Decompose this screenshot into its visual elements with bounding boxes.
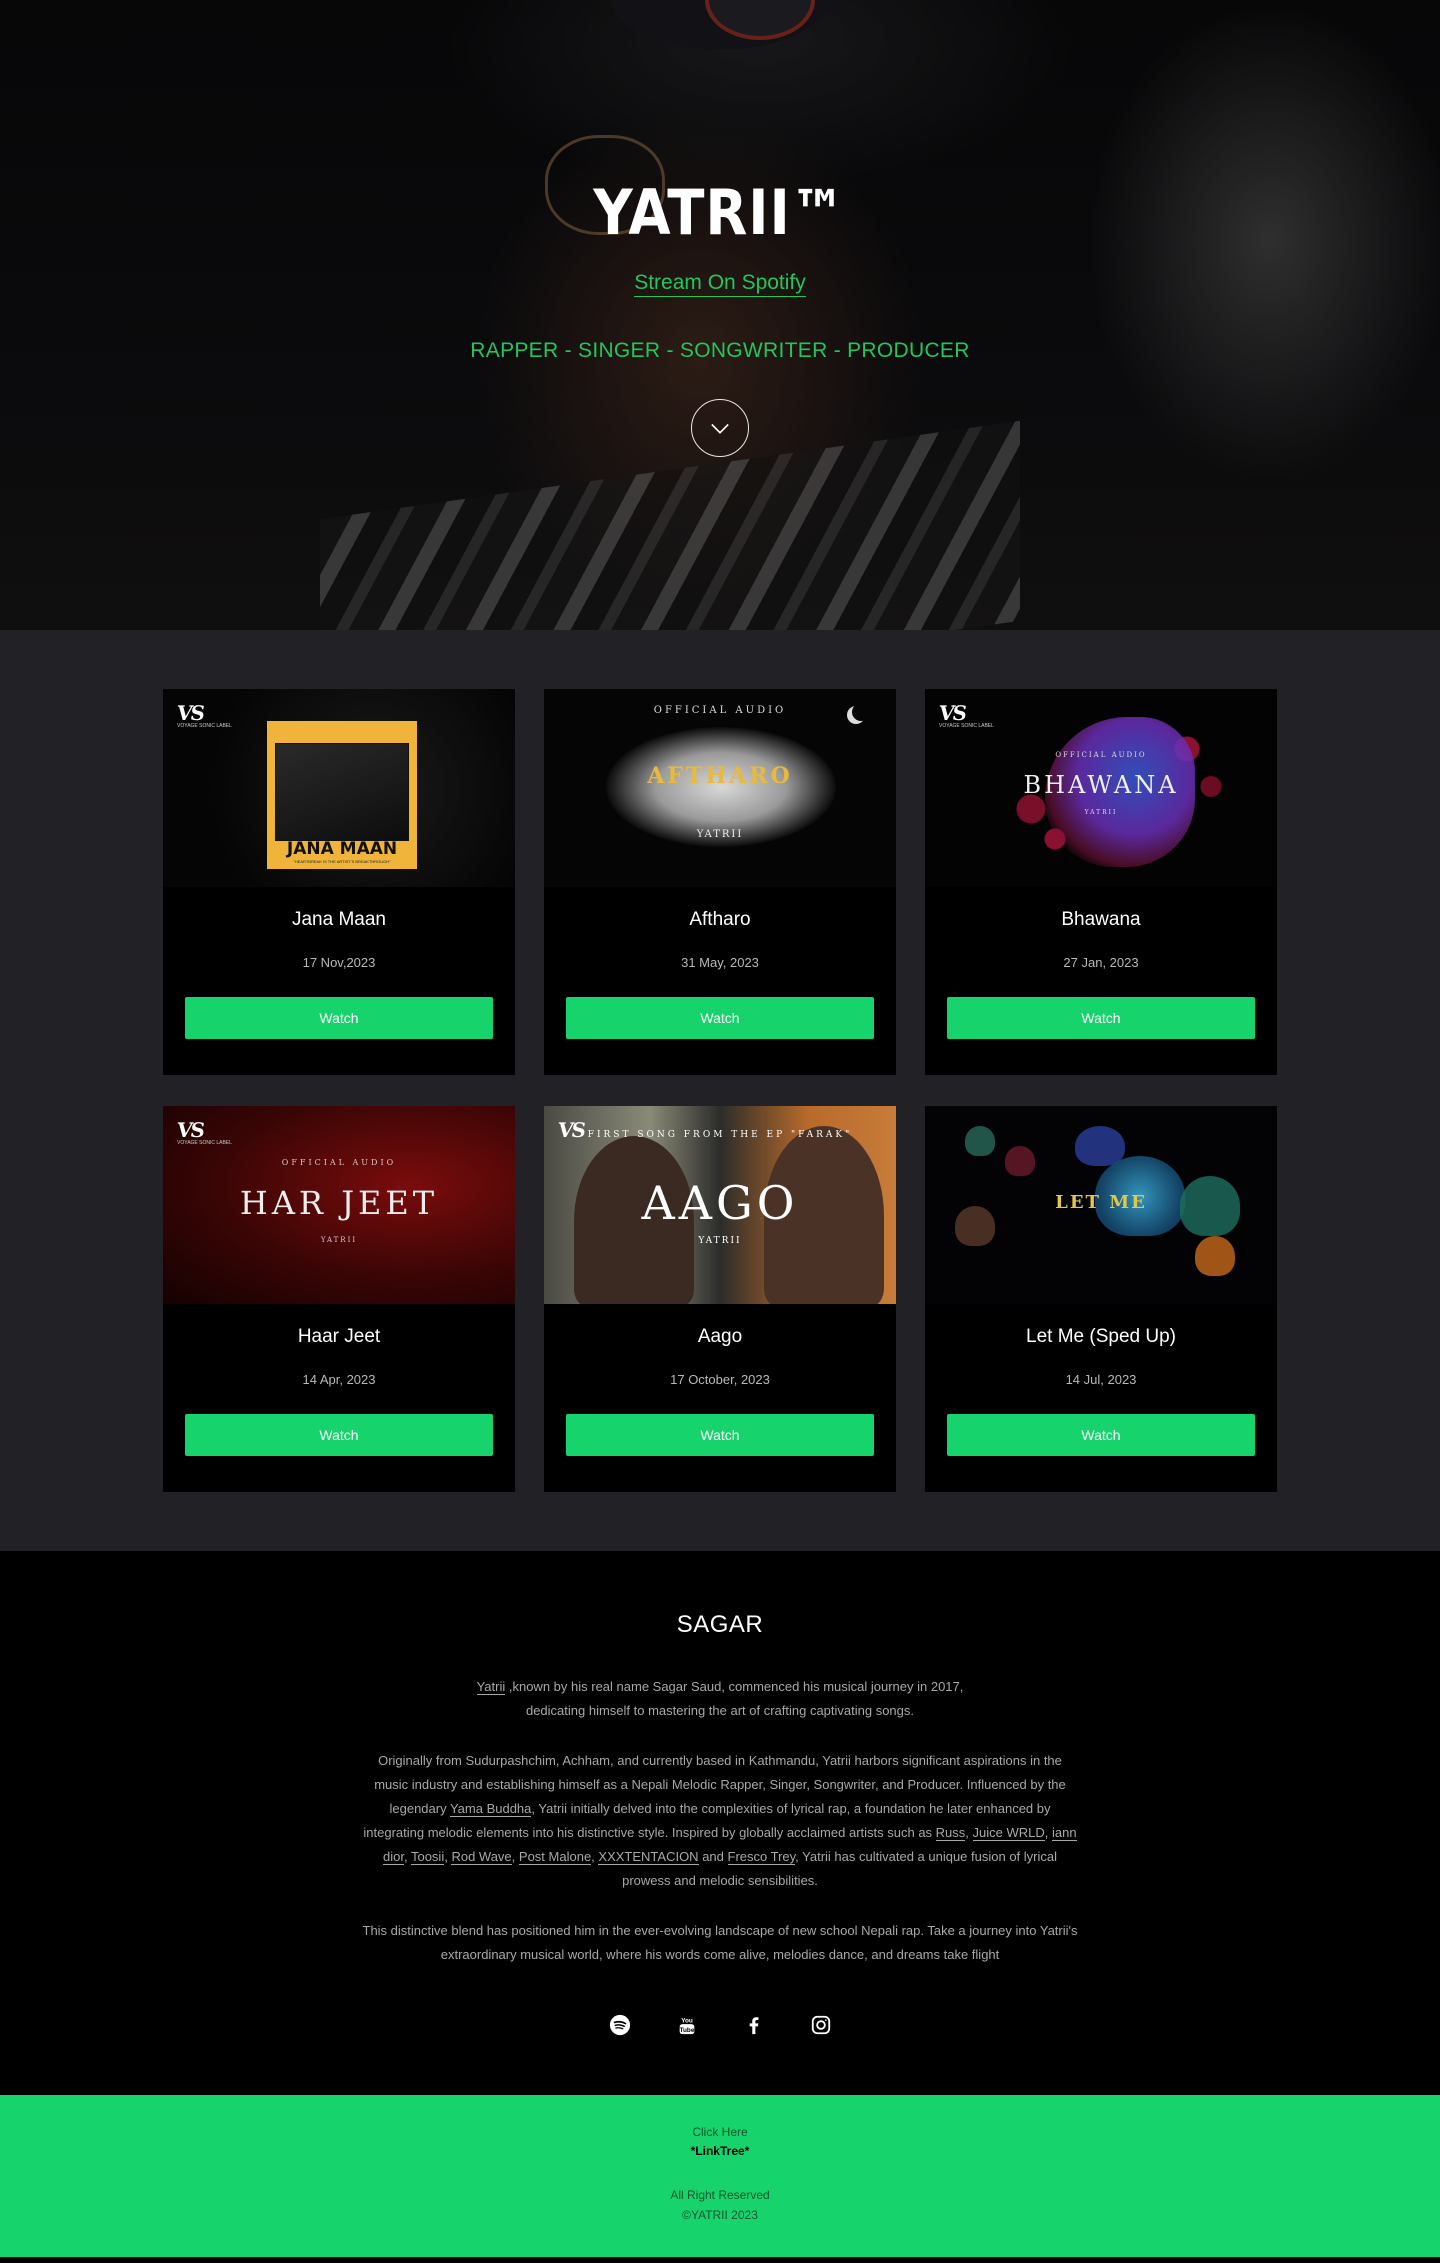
youtube-icon: You Tube	[679, 2017, 694, 2035]
linktree-link[interactable]: *LinkTree*	[691, 2144, 750, 2158]
poster-caption: "HEARTBREAK IS THE ARTIST'S BREAKTHROUGH…	[293, 859, 391, 864]
song-card-jana-maan: VS VOYAGE SONIC LABEL JANA MAAN "HEARTBR…	[163, 689, 515, 1075]
yatrii-link[interactable]: Yatrii	[476, 1679, 506, 1695]
poster-title: JANA MAAN	[286, 839, 398, 859]
about-section: SAGAR Yatrii ,known by his real name Sag…	[0, 1551, 1440, 2095]
thumb-title: AFTHARO	[647, 763, 793, 789]
hero-section: YATRII™ Stream On Spotify RAPPER - SINGE…	[0, 0, 1440, 630]
song-title: Aago	[697, 1326, 743, 1347]
thumb-artist: YATRII	[696, 829, 744, 840]
thumb-artist: YATRII	[698, 1236, 742, 1246]
about-paragraph-3: This distinctive blend has positioned hi…	[362, 1923, 1078, 1962]
thumb-title: HAR JEET	[239, 1184, 439, 1222]
artist-link-rod-wave[interactable]: Rod Wave	[451, 1849, 512, 1865]
svg-text:You: You	[681, 2017, 693, 2024]
about-title: SAGAR	[676, 1611, 764, 1638]
song-thumbnail[interactable]: VS VOYAGE SONIC LABEL JANA MAAN "HEARTBR…	[163, 689, 515, 887]
song-date: 17 October, 2023	[670, 1372, 770, 1387]
label-logo-sub: VOYAGE SONIC LABEL	[939, 723, 994, 729]
about-paragraph-2: Originally from Sudurpashchim, Achham, a…	[363, 1753, 1077, 1888]
butterfly-artwork	[965, 1126, 995, 1156]
hero-roles: RAPPER - SINGER - SONGWRITER - PRODUCER	[470, 339, 970, 362]
watch-button[interactable]: Watch	[566, 997, 874, 1039]
label-logo: VS	[175, 701, 205, 725]
watch-button[interactable]: Watch	[185, 997, 493, 1039]
artist-link-post-malone[interactable]: Post Malone	[518, 1849, 592, 1865]
watch-button[interactable]: Watch	[185, 1414, 493, 1456]
thumb-artist: YATRII	[320, 1236, 358, 1244]
song-card-aago: VS FIRST SONG FROM THE EP "FARAK" AAGO Y…	[544, 1106, 896, 1492]
footer: Click Here *LinkTree* All Right Reserved…	[0, 2095, 1440, 2257]
artist-link-juice-wrld[interactable]: Juice WRLD	[972, 1825, 1045, 1841]
thumb-title: LET ME	[1055, 1192, 1147, 1213]
about-p1-text: ,known by his real name Sagar Saud, comm…	[505, 1679, 964, 1718]
yama-buddha-link[interactable]: Yama Buddha	[449, 1801, 532, 1817]
svg-text:Tube: Tube	[679, 2027, 694, 2034]
song-thumbnail[interactable]: VS VOYAGE SONIC LABEL OFFICIAL AUDIO HAR…	[163, 1106, 515, 1304]
footer-rights: All Right Reserved	[670, 2188, 770, 2202]
thumb-overline: OFFICIAL AUDIO	[281, 1158, 397, 1167]
hero-title: YATRII™	[593, 176, 847, 249]
artist-link-fresco-trey[interactable]: Fresco Trey	[727, 1849, 796, 1865]
thumb-overline: OFFICIAL AUDIO	[653, 705, 787, 716]
song-card-haar-jeet: VS VOYAGE SONIC LABEL OFFICIAL AUDIO HAR…	[163, 1106, 515, 1492]
song-title: Bhawana	[1061, 909, 1141, 930]
artist-link-toosii[interactable]: Toosii	[410, 1849, 445, 1865]
instagram-icon	[811, 2015, 830, 2035]
song-date: 14 Apr, 2023	[302, 1372, 376, 1387]
scroll-down-button[interactable]	[691, 399, 749, 457]
thumb-artist: YATRII	[1084, 809, 1118, 816]
song-thumbnail[interactable]: VS VOYAGE SONIC LABEL OFFICIAL AUDIO BHA…	[925, 689, 1277, 887]
thumb-overline: OFFICIAL AUDIO	[1055, 751, 1147, 759]
about-paragraph-1: Yatrii ,known by his real name Sagar Sau…	[470, 1675, 970, 1723]
spotify-link-button[interactable]	[606, 2011, 634, 2039]
thumb-overline: FIRST SONG FROM THE EP "FARAK"	[587, 1130, 853, 1140]
butterfly-artwork	[1195, 1236, 1235, 1276]
thumb-title: BHAWANA	[1023, 771, 1179, 799]
label-logo: VS	[175, 1118, 205, 1142]
watch-button[interactable]: Watch	[566, 1414, 874, 1456]
artist-link-xxxtentacion[interactable]: XXXTENTACION	[598, 1849, 699, 1865]
spotify-link[interactable]: Stream On Spotify	[634, 271, 806, 297]
label-logo-sub: VOYAGE SONIC LABEL	[177, 1140, 232, 1146]
artist-link-russ[interactable]: Russ	[935, 1825, 966, 1841]
youtube-link-button[interactable]: You Tube	[673, 2011, 701, 2039]
facebook-link-button[interactable]	[740, 2011, 768, 2039]
label-logo-sub: VOYAGE SONIC LABEL	[177, 723, 232, 729]
thumb-title: AAGO	[641, 1176, 799, 1230]
song-title: Let Me (Sped Up)	[1026, 1326, 1176, 1347]
song-thumbnail[interactable]: LET ME	[925, 1106, 1277, 1304]
song-title: Haar Jeet	[297, 1326, 381, 1347]
label-logo: VS	[937, 701, 967, 725]
song-date: 14 Jul, 2023	[1065, 1372, 1137, 1387]
song-title: Aftharo	[689, 909, 751, 930]
song-card-let-me: LET ME Let Me (Sped Up) 14 Jul, 2023 Wat…	[925, 1106, 1277, 1492]
facebook-icon	[749, 2017, 758, 2035]
song-thumbnail[interactable]: OFFICIAL AUDIO AFTHARO YATRII	[544, 689, 896, 887]
song-date: 27 Jan, 2023	[1063, 955, 1139, 970]
song-card-aftharo: OFFICIAL AUDIO AFTHARO YATRII Aftharo 31…	[544, 689, 896, 1075]
chevron-down-icon	[711, 423, 729, 434]
butterfly-artwork	[1005, 1146, 1035, 1176]
song-title: Jana Maan	[291, 909, 386, 930]
about-and-text: and	[698, 1849, 728, 1864]
album-poster: JANA MAAN "HEARTBREAK IS THE ARTIST'S BR…	[267, 721, 417, 869]
song-card-bhawana: VS VOYAGE SONIC LABEL OFFICIAL AUDIO BHA…	[925, 689, 1277, 1075]
watch-button[interactable]: Watch	[947, 1414, 1255, 1456]
poster-photo	[275, 743, 409, 841]
song-thumbnail[interactable]: VS FIRST SONG FROM THE EP "FARAK" AAGO Y…	[544, 1106, 896, 1304]
footer-click-here: Click Here	[692, 2125, 748, 2139]
songs-section: VS VOYAGE SONIC LABEL JANA MAAN "HEARTBR…	[0, 630, 1440, 1551]
watch-button[interactable]: Watch	[947, 997, 1255, 1039]
song-date: 17 Nov,2023	[302, 955, 376, 970]
footer-copyright: ©YATRII 2023	[682, 2208, 758, 2222]
instagram-link-button[interactable]	[807, 2011, 835, 2039]
song-date: 31 May, 2023	[681, 955, 759, 970]
spotify-icon	[609, 2014, 630, 2036]
social-links: You Tube	[606, 2011, 835, 2039]
